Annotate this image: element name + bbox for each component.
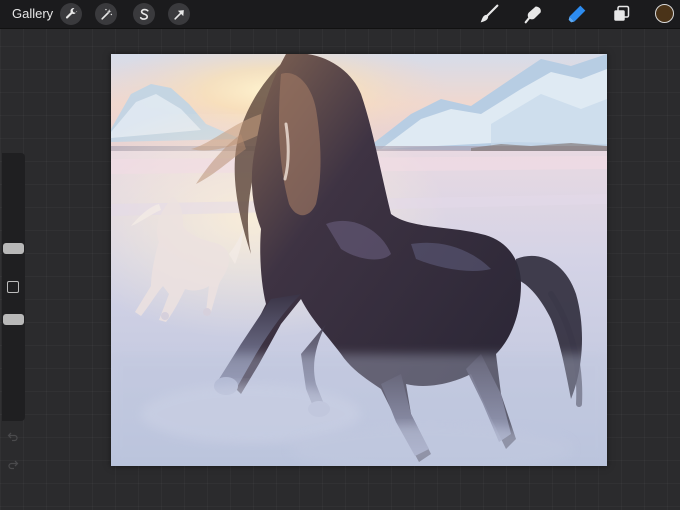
brush-size-slider-handle[interactable] bbox=[3, 243, 24, 254]
selection-button[interactable] bbox=[133, 3, 155, 25]
eraser-icon bbox=[568, 5, 586, 23]
undo-button[interactable] bbox=[6, 431, 20, 443]
modify-button[interactable] bbox=[7, 281, 19, 293]
redo-button[interactable] bbox=[6, 459, 20, 471]
redo-arrow-icon bbox=[8, 460, 19, 470]
adjustments-button[interactable] bbox=[95, 3, 117, 25]
wrench-icon bbox=[65, 7, 77, 19]
left-sidebar bbox=[2, 153, 25, 470]
painting-horses-in-snow bbox=[111, 54, 607, 466]
layers-button[interactable] bbox=[609, 3, 633, 25]
eraser-button[interactable] bbox=[565, 3, 589, 25]
smudge-button[interactable] bbox=[522, 3, 546, 25]
layers-icon bbox=[614, 5, 630, 21]
color-swatch-button[interactable] bbox=[655, 4, 674, 23]
arrow-cursor-icon bbox=[173, 9, 184, 20]
opacity-slider-handle[interactable] bbox=[3, 314, 24, 325]
top-toolbar: Gallery bbox=[0, 0, 680, 29]
undo-arrow-icon bbox=[7, 432, 18, 442]
brush-icon bbox=[480, 4, 499, 23]
gallery-button[interactable]: Gallery bbox=[12, 6, 53, 21]
smudge-finger-icon bbox=[524, 6, 541, 24]
brush-button[interactable] bbox=[477, 3, 501, 25]
magic-wand-icon bbox=[100, 8, 112, 20]
selection-s-icon bbox=[139, 8, 149, 20]
drawing-canvas[interactable] bbox=[111, 54, 607, 466]
actions-button[interactable] bbox=[60, 3, 82, 25]
transform-button[interactable] bbox=[168, 3, 190, 25]
